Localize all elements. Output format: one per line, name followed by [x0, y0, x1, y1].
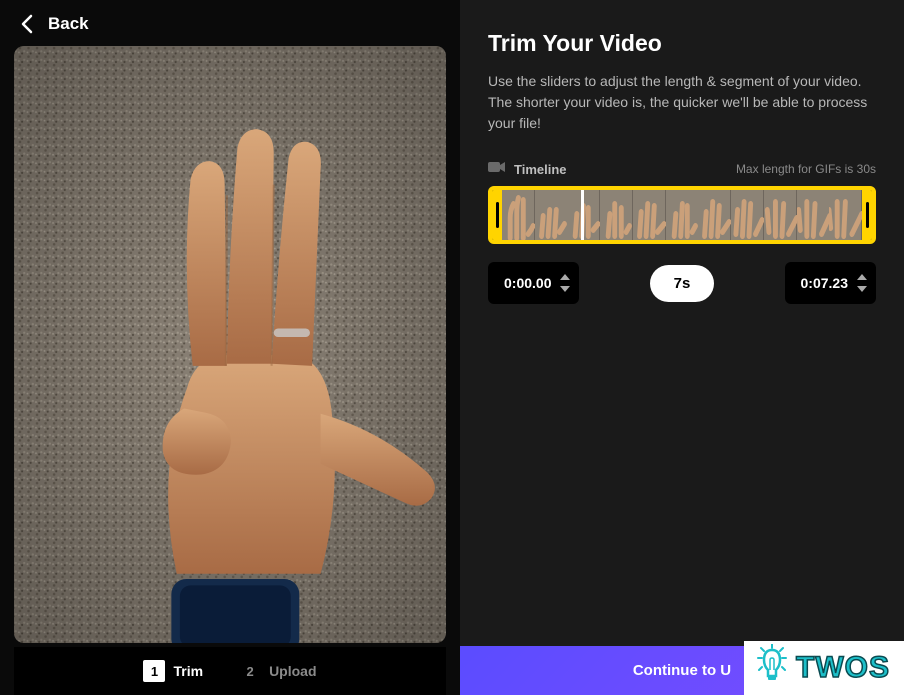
end-time-stepper[interactable]: 0:07.23	[785, 262, 876, 304]
timeline-frame	[502, 190, 535, 240]
timeline-frame	[829, 190, 862, 240]
end-time-increment[interactable]	[856, 272, 868, 282]
step-number: 2	[239, 660, 261, 682]
timeline-frame	[633, 190, 666, 240]
duration-value: 7s	[674, 275, 691, 292]
timeline-frame	[797, 190, 830, 240]
lightbulb-icon	[754, 644, 790, 693]
trim-handle-start[interactable]	[492, 190, 502, 240]
duration-pill: 7s	[650, 265, 715, 302]
page-description: Use the sliders to adjust the length & s…	[488, 71, 868, 134]
timeline-frame	[731, 190, 764, 240]
step-upload[interactable]: 2 Upload	[221, 660, 334, 682]
timeline-frame	[764, 190, 797, 240]
end-time-value: 0:07.23	[801, 275, 848, 291]
trim-timeline[interactable]	[488, 186, 876, 244]
step-label: Upload	[269, 663, 316, 679]
step-label: Trim	[173, 663, 203, 679]
timeline-frame	[535, 190, 568, 240]
back-button[interactable]: Back	[14, 14, 446, 34]
step-indicator: 1 Trim 2 Upload	[14, 647, 446, 695]
timeline-label: Timeline	[514, 162, 567, 177]
chevron-left-icon	[20, 14, 34, 34]
trim-handle-end[interactable]	[862, 190, 872, 240]
watermark: TWOS	[744, 641, 904, 695]
back-label: Back	[48, 14, 89, 34]
playhead[interactable]	[581, 186, 584, 244]
filmstrip[interactable]	[502, 190, 862, 240]
start-time-increment[interactable]	[559, 272, 571, 282]
timeline-frame	[666, 190, 699, 240]
video-camera-icon	[488, 160, 506, 178]
timeline-frame	[600, 190, 633, 240]
timeline-frame	[698, 190, 731, 240]
step-number: 1	[143, 660, 165, 682]
end-time-decrement[interactable]	[856, 284, 868, 294]
start-time-decrement[interactable]	[559, 284, 571, 294]
continue-label: Continue to U	[633, 662, 731, 679]
max-length-text: Max length for GIFs is 30s	[736, 162, 876, 176]
start-time-stepper[interactable]: 0:00.00	[488, 262, 579, 304]
watermark-text: TWOS	[796, 651, 890, 685]
video-preview[interactable]	[14, 46, 446, 643]
start-time-value: 0:00.00	[504, 275, 551, 291]
page-title: Trim Your Video	[488, 30, 876, 57]
step-trim[interactable]: 1 Trim	[125, 660, 221, 682]
